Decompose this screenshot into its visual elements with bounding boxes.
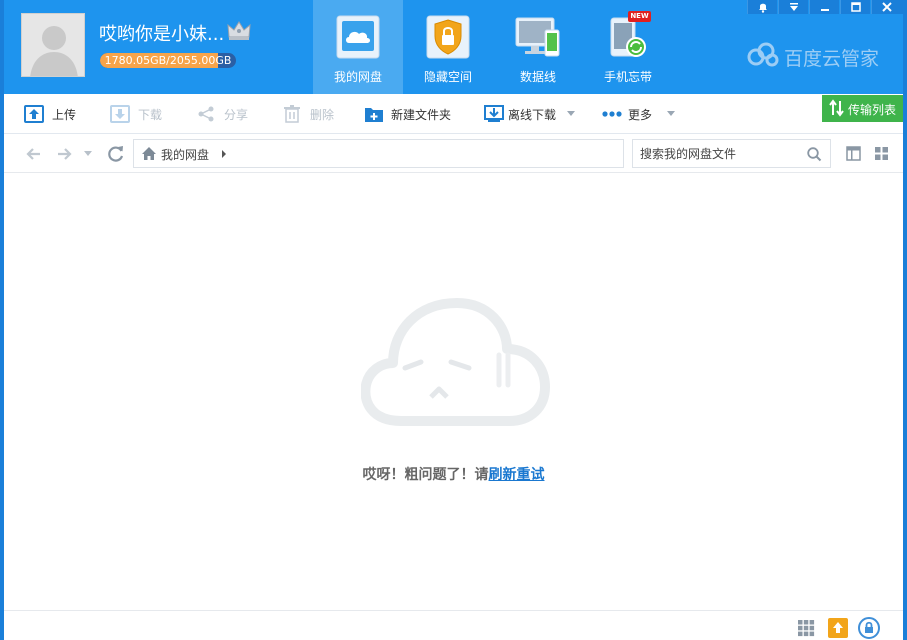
dropdown-menu-icon	[790, 3, 798, 11]
back-button[interactable]	[24, 144, 44, 164]
bell-icon	[759, 3, 767, 13]
toolbar: 上传 下载 分享 删除 新建文件夹 离线下载 更多 传输列表	[4, 94, 903, 134]
sad-cloud-icon	[361, 298, 550, 426]
home-icon[interactable]	[141, 146, 157, 161]
quota-text: 1780.05GB/2055.00GB	[104, 54, 232, 67]
new-badge: NEW	[628, 11, 651, 22]
upload-label: 上传	[52, 108, 77, 122]
share-label: 分享	[224, 108, 249, 122]
grid-view-icon	[875, 147, 888, 160]
header: 哎哟你是小妹... 1780.05GB/2055.00GB 我的网盘 隐藏空间 …	[4, 0, 903, 94]
share-button[interactable]: 分享	[194, 94, 258, 134]
close-button[interactable]	[871, 0, 903, 14]
maximize-button[interactable]	[840, 0, 870, 14]
upload-button[interactable]: 上传	[22, 94, 86, 134]
notification-button[interactable]	[747, 0, 777, 14]
tab-data-cable-label: 数据线	[519, 70, 556, 84]
forward-button[interactable]	[54, 144, 74, 164]
back-arrow-icon	[26, 148, 40, 160]
grid-view-button[interactable]	[874, 146, 889, 161]
transfer-list-label: 传输列表	[848, 103, 897, 117]
download-icon	[110, 105, 130, 123]
tab-data-cable[interactable]: 数据线	[493, 0, 583, 94]
lock-icon	[426, 15, 470, 59]
new-folder-button[interactable]: 新建文件夹	[364, 94, 464, 134]
list-view-button[interactable]	[846, 146, 861, 161]
status-bar	[4, 610, 903, 640]
address-bar: 我的网盘	[4, 134, 903, 173]
crown-icon[interactable]	[226, 20, 252, 42]
upload-status-button[interactable]	[828, 618, 848, 638]
download-label: 下载	[138, 108, 163, 122]
breadcrumb-arrow-icon[interactable]	[222, 150, 226, 158]
monitor-phone-icon	[515, 17, 560, 57]
refresh-icon	[108, 146, 124, 162]
list-view-icon	[846, 146, 861, 161]
close-icon	[882, 2, 892, 12]
default-avatar-icon	[22, 14, 84, 76]
delete-label: 删除	[310, 108, 335, 122]
trash-icon	[284, 105, 300, 123]
search-box	[632, 139, 831, 168]
tab-hidden-space-label: 隐藏空间	[423, 70, 472, 84]
share-icon	[198, 106, 214, 122]
username[interactable]: 哎哟你是小妹...	[99, 20, 224, 46]
history-dropdown[interactable]	[84, 151, 92, 156]
new-folder-icon	[365, 108, 383, 122]
error-message: 哎呀！粗问题了！请刷新重试	[4, 464, 903, 484]
minimize-button[interactable]	[809, 0, 839, 14]
quota-bar: 1780.05GB/2055.00GB	[100, 53, 236, 68]
transfer-arrows-icon	[829, 99, 844, 117]
offline-download-label: 离线下载	[508, 108, 557, 122]
avatar[interactable]	[21, 13, 85, 77]
forward-arrow-icon	[58, 148, 72, 160]
delete-button[interactable]: 删除	[280, 94, 344, 134]
tab-hidden-space[interactable]: 隐藏空间	[403, 0, 493, 94]
error-text: 哎呀！粗问题了！请	[362, 467, 489, 483]
app-window: 哎哟你是小妹... 1780.05GB/2055.00GB 我的网盘 隐藏空间 …	[0, 0, 907, 640]
new-folder-label: 新建文件夹	[391, 108, 452, 122]
lock-shield-icon	[858, 617, 880, 639]
search-icon[interactable]	[807, 147, 822, 162]
minimize-icon	[821, 9, 829, 11]
transfer-list-button[interactable]: 传输列表	[822, 95, 903, 122]
cloud-drive-icon	[336, 15, 380, 59]
more-button[interactable]: 更多	[601, 94, 681, 134]
download-button[interactable]: 下载	[108, 94, 172, 134]
search-input[interactable]	[633, 140, 803, 167]
more-dots-icon	[602, 111, 622, 117]
more-label: 更多	[628, 108, 653, 122]
refresh-retry-link[interactable]: 刷新重试	[489, 467, 545, 483]
upload-arrow-icon	[828, 618, 848, 638]
tab-phone-forgotten-label: 手机忘带	[603, 70, 652, 84]
security-button[interactable]	[858, 617, 880, 639]
brand-name: 百度云管家	[784, 48, 880, 70]
menu-button[interactable]	[778, 0, 808, 14]
app-grid-button[interactable]	[797, 619, 815, 637]
offline-download-button[interactable]: 离线下载	[484, 94, 580, 134]
upload-icon	[24, 105, 44, 123]
breadcrumb-my-drive[interactable]: 我的网盘	[161, 146, 209, 163]
brand-logo: 百度云管家	[746, 42, 896, 72]
tab-my-drive[interactable]: 我的网盘	[313, 0, 403, 94]
maximize-icon	[851, 2, 861, 12]
offline-download-icon	[484, 105, 504, 122]
breadcrumb[interactable]: 我的网盘	[133, 139, 624, 168]
app-grid-icon	[798, 620, 815, 637]
refresh-button[interactable]	[106, 144, 126, 164]
tab-phone-forgotten[interactable]: NEW 手机忘带	[583, 0, 673, 94]
tab-my-drive-label: 我的网盘	[333, 70, 382, 84]
baidu-cloud-logo-icon	[747, 42, 779, 67]
chevron-down-icon	[667, 111, 675, 116]
file-list-area: 哎呀！粗问题了！请刷新重试	[4, 173, 903, 610]
chevron-down-icon	[567, 111, 575, 116]
